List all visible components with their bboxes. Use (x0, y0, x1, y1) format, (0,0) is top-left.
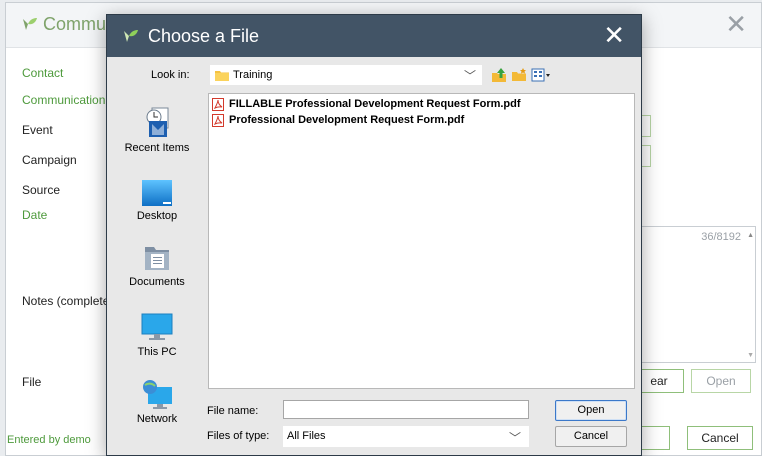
open-button[interactable]: Open (555, 400, 627, 421)
leaf-logo-icon (23, 18, 37, 30)
this-pc-icon (141, 313, 173, 340)
notes-counter: 36/8192 (701, 231, 741, 243)
label-source: Source (22, 183, 61, 197)
label-campaign: Campaign (22, 153, 77, 167)
place-network[interactable]: Network (115, 378, 199, 425)
label-event: Event (22, 123, 53, 137)
look-in-select[interactable]: Training ﹀ (210, 65, 482, 85)
place-label: Network (136, 413, 178, 425)
folder-icon (215, 71, 229, 81)
background-cancel-button[interactable]: Cancel (687, 426, 753, 450)
file-name: FILLABLE Professional Development Reques… (229, 98, 521, 110)
files-of-type-value: All Files (287, 430, 326, 442)
place-label: Recent Items (124, 142, 190, 154)
documents-icon (145, 247, 169, 270)
entered-by-text: Entered by demo (7, 434, 91, 446)
label-date: Date (22, 208, 48, 222)
file-name-input[interactable] (283, 400, 529, 419)
recent-items-icon (146, 107, 169, 137)
look-in-value: Training (233, 69, 273, 81)
label-file: File (22, 375, 42, 389)
file-open-button[interactable]: Open (691, 369, 751, 393)
place-desktop[interactable]: Desktop (115, 179, 199, 222)
scroll-down-arrow-icon[interactable]: ▼ (747, 352, 754, 359)
files-of-type-select[interactable]: All Files ﹀ (283, 426, 529, 447)
file-list-item[interactable]: Professional Development Request Form.pd… (212, 113, 464, 127)
close-icon[interactable]: ✕ (725, 9, 747, 39)
choose-file-title: Choose a File (148, 26, 260, 46)
place-this-pc[interactable]: This PC (115, 313, 199, 358)
place-label: Desktop (136, 210, 178, 222)
view-menu-icon[interactable] (531, 67, 551, 83)
file-name: Professional Development Request Form.pd… (229, 114, 465, 126)
place-label: This PC (137, 346, 177, 358)
choose-file-dialog: Choose a File ✕ Look in: Training ﹀ Rece… (106, 14, 642, 456)
files-of-type-label: Files of type: (207, 430, 270, 442)
notes-textarea[interactable]: 36/8192 ▲ ▼ (634, 226, 756, 363)
file-list-item[interactable]: FILLABLE Professional Development Reques… (212, 97, 521, 111)
scroll-up-arrow-icon[interactable]: ▲ (747, 232, 754, 239)
leaf-logo-icon (124, 30, 138, 42)
close-icon[interactable]: ✕ (603, 20, 625, 50)
chevron-down-icon: ﹀ (508, 431, 521, 445)
place-recent-items[interactable]: Recent Items (115, 107, 199, 154)
new-folder-icon[interactable] (511, 67, 527, 83)
cancel-button[interactable]: Cancel (555, 426, 627, 447)
file-name-label: File name: (207, 405, 259, 417)
pdf-icon (212, 97, 224, 111)
label-contact: Contact (22, 66, 64, 80)
communication-dialog-title: Commu (43, 14, 107, 34)
up-folder-icon[interactable] (491, 67, 507, 83)
choose-file-titlebar: Choose a File ✕ (107, 15, 641, 57)
desktop-icon (142, 180, 172, 206)
network-icon (143, 380, 172, 409)
label-communication: Communication (22, 93, 106, 107)
place-label: Documents (129, 276, 185, 288)
place-documents[interactable]: Documents (115, 243, 199, 288)
pdf-icon (212, 113, 224, 127)
chevron-down-icon: ﹀ (463, 69, 476, 83)
look-in-label: Look in: (151, 69, 190, 81)
places-sidebar: Recent Items Desktop Documents This PC N… (115, 93, 199, 448)
label-notes: Notes (complete (22, 294, 110, 308)
file-list[interactable]: FILLABLE Professional Development Reques… (208, 93, 635, 389)
